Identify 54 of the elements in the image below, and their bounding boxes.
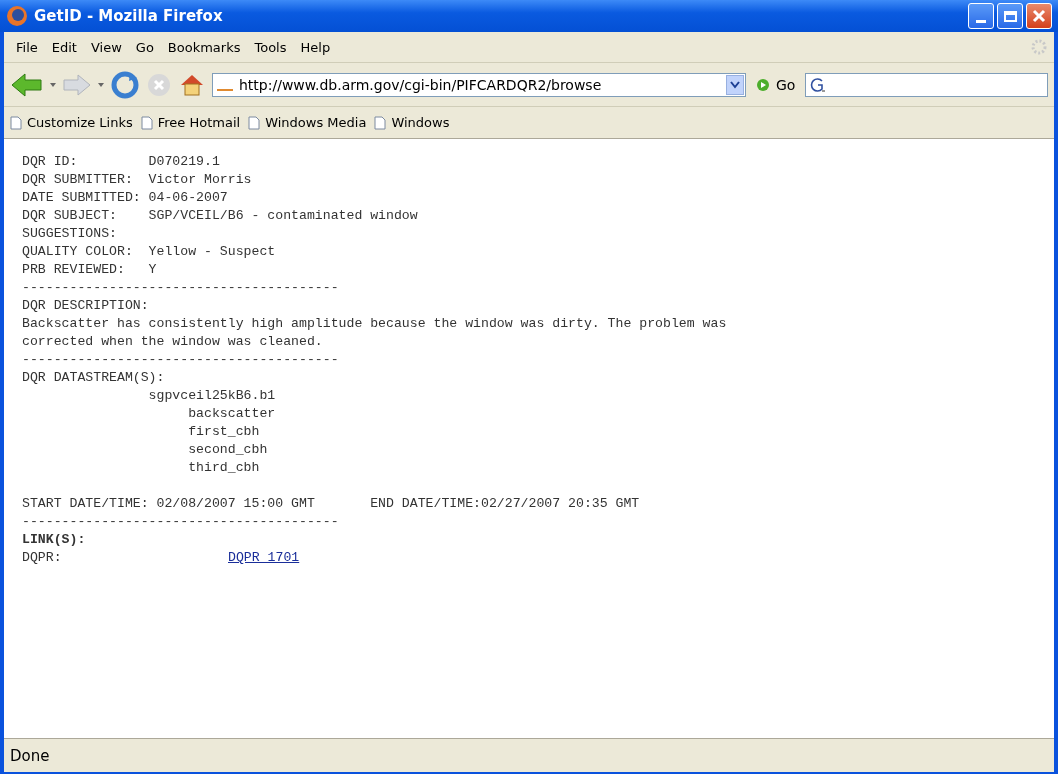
dropdown-caret-icon[interactable] [50, 82, 56, 87]
text-line: third_cbh [187, 459, 260, 477]
bookmark-link[interactable]: Windows [374, 115, 450, 130]
play-icon [756, 77, 770, 92]
text-line: sgpvceil25kB6.b1 [147, 387, 276, 405]
search-field[interactable] [805, 72, 1048, 97]
browser-logo-icon [6, 5, 28, 27]
dropdown-caret-icon[interactable] [98, 82, 104, 87]
menu-item[interactable]: Bookmarks [161, 39, 247, 55]
text-line: SUGGESTIONS: [22, 225, 117, 243]
menu-item[interactable]: File [10, 39, 44, 55]
close-button[interactable] [1026, 3, 1052, 29]
text-line: DATE SUBMITTED: 04-06-2007 [22, 189, 228, 207]
field-label: DQPR: [22, 549, 63, 567]
text-line: DQR DATASTREAM(S): [22, 369, 165, 387]
address-bar[interactable]: http://www.db.arm.gov/cgi-bin/PIFCARDQR2/browse [212, 72, 746, 97]
text-line: DQR SUBJECT: SGP/VCEIL/B6 - contaminated window [22, 207, 418, 225]
menu-item[interactable]: Help [294, 39, 337, 55]
dqpr-link[interactable]: DQPR 1701 [228, 549, 300, 567]
text-line: START DATE/TIME: 02/08/2007 15:00 GMT END DATE/TIME:02/27/2007 20:35 GMT [22, 495, 640, 513]
text-line: DQR SUBMITTER: Victor Morris [22, 171, 252, 189]
dropdown-button[interactable] [726, 74, 744, 95]
bookmark-link[interactable]: Windows Media [248, 115, 367, 130]
caret-icon [730, 80, 740, 89]
search-engine-icon[interactable] [810, 76, 827, 93]
text-line: corrected when the window was cleaned. [22, 333, 323, 351]
text-line: DQR DESCRIPTION: [22, 297, 149, 315]
text-line: PRB REVIEWED: Y [22, 261, 157, 279]
back-arrow-icon[interactable] [10, 71, 44, 98]
text-line: ---------------------------------------- [22, 351, 339, 369]
minimize-button[interactable] [968, 3, 994, 29]
text-line: DQR ID: D070219.1 [22, 153, 220, 171]
window-title: GetID - Mozilla Firefox [34, 7, 224, 25]
maximize-button[interactable] [997, 3, 1023, 29]
close-icon [1031, 8, 1047, 24]
go-button[interactable]: Go [752, 76, 800, 93]
text-line: ---------------------------------------- [22, 279, 339, 297]
text-line: backscatter [187, 405, 276, 423]
status-text: Done [10, 746, 50, 765]
throbber-icon [1030, 38, 1048, 56]
text-line: second_cbh [187, 441, 268, 459]
text-line: Backscatter has consistently high amplitude because the window was dirty. The problem was [22, 315, 727, 333]
menu-item[interactable]: Tools [248, 39, 293, 55]
url-text: http://www.db.arm.gov/cgi-bin/PIFCARDQR2/browse [239, 76, 603, 93]
text-line: QUALITY COLOR: Yellow - Suspect [22, 243, 276, 261]
menu-item[interactable]: Go [129, 39, 160, 55]
bookmark-link[interactable]: Free Hotmail [140, 115, 241, 130]
section-heading: LINK(S): [22, 531, 86, 549]
reload-icon[interactable] [110, 70, 140, 99]
menu-item[interactable]: Edit [45, 39, 83, 55]
menu-item[interactable]: View [84, 39, 128, 55]
bookmark-link[interactable]: Customize Links [10, 115, 133, 130]
text-line: first_cbh [187, 423, 260, 441]
text-line: ---------------------------------------- [22, 513, 339, 531]
